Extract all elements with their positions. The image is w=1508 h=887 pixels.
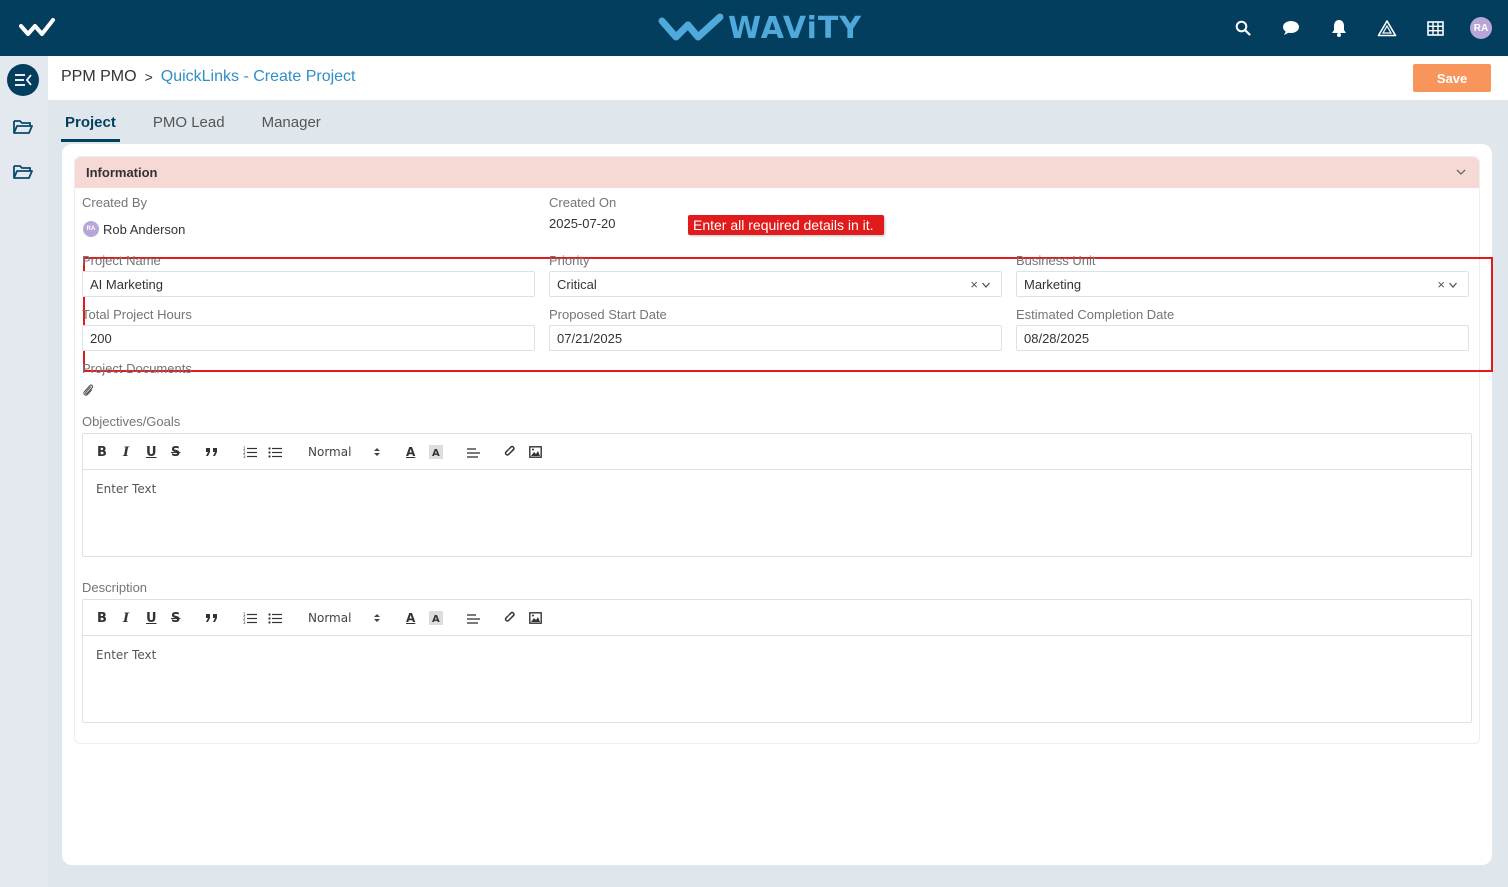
ordered-list-icon[interactable]: 123: [243, 443, 257, 461]
quote-icon[interactable]: [205, 609, 219, 627]
start-date-input[interactable]: 07/21/2025: [549, 325, 1002, 351]
breadcrumb-root[interactable]: PPM PMO: [61, 68, 137, 86]
description-editor-input[interactable]: Enter Text: [96, 648, 156, 662]
breadcrumb-separator: >: [144, 69, 153, 85]
brand-name: WAViTY: [728, 10, 863, 46]
description-editor: B I U S 123 Normal A A Enter Text: [82, 599, 1472, 723]
clear-icon[interactable]: ×: [970, 277, 978, 292]
breadcrumb: PPM PMO > QuickLinks - Create Project: [61, 68, 355, 86]
menu-collapse-icon[interactable]: [7, 64, 39, 96]
underline-button[interactable]: U: [146, 443, 157, 461]
strike-button[interactable]: S: [171, 443, 180, 461]
image-icon[interactable]: [529, 443, 542, 461]
created-by-avatar: RA: [83, 221, 99, 237]
folder-icon[interactable]: [12, 117, 34, 137]
total-hours-label: Total Project Hours: [82, 307, 192, 322]
chevron-down-icon[interactable]: [1448, 280, 1458, 290]
priority-select[interactable]: Critical ×: [549, 271, 1002, 297]
brand-logo: WAViTY: [658, 8, 862, 48]
priority-value: Critical: [557, 277, 597, 292]
completion-date-label: Estimated Completion Date: [1016, 307, 1175, 322]
tab-project[interactable]: Project: [61, 104, 120, 142]
chevron-down-icon[interactable]: [1455, 166, 1467, 178]
tab-pmo-lead[interactable]: PMO Lead: [149, 104, 229, 142]
completion-date-input[interactable]: 08/28/2025: [1016, 325, 1469, 351]
search-icon[interactable]: [1232, 17, 1254, 39]
page-header: PPM PMO > QuickLinks - Create Project Sa…: [48, 56, 1508, 100]
chevron-down-icon[interactable]: [981, 280, 991, 290]
objectives-toolbar: B I U S 123 Normal A A: [83, 434, 1471, 470]
format-select[interactable]: Normal: [308, 443, 351, 461]
tab-manager[interactable]: Manager: [258, 104, 325, 142]
svg-text:A: A: [432, 614, 440, 625]
business-unit-label: Business Unit: [1016, 253, 1096, 268]
svg-text:3: 3: [243, 620, 246, 624]
section-title: Information: [86, 165, 158, 180]
objectives-editor-input[interactable]: Enter Text: [96, 482, 156, 496]
created-by-label: Created By: [82, 195, 148, 210]
project-name-input[interactable]: AI Marketing: [82, 271, 535, 297]
font-color-button[interactable]: A: [406, 609, 415, 627]
description-label: Description: [82, 580, 148, 595]
section-header[interactable]: Information: [75, 157, 1479, 188]
svg-text:3: 3: [243, 454, 246, 458]
quote-icon[interactable]: [205, 443, 219, 461]
objectives-label: Objectives/Goals: [82, 414, 181, 429]
svg-text:A: A: [432, 448, 440, 459]
brand-mark-icon: [658, 13, 724, 41]
format-select-arrows-icon[interactable]: [373, 609, 381, 627]
form-card: Information Created By RA Rob Anderson C…: [62, 144, 1493, 865]
created-by-name: Rob Anderson: [103, 222, 186, 237]
paperclip-icon[interactable]: [82, 383, 94, 397]
business-unit-value: Marketing: [1024, 277, 1082, 292]
description-toolbar: B I U S 123 Normal A A: [83, 600, 1471, 636]
information-section: Information Created By RA Rob Anderson C…: [74, 156, 1493, 744]
user-avatar[interactable]: RA: [1470, 17, 1492, 39]
project-documents-label: Project Documents: [82, 361, 192, 376]
business-unit-select[interactable]: Marketing ×: [1016, 271, 1469, 297]
strike-button[interactable]: S: [171, 609, 180, 627]
format-select[interactable]: Normal: [308, 609, 351, 627]
callout-annotation: Enter all required details in it.: [688, 215, 884, 235]
priority-label: Priority: [549, 253, 590, 268]
bullet-list-icon[interactable]: [268, 443, 282, 461]
underline-button[interactable]: U: [146, 609, 157, 627]
breadcrumb-current[interactable]: QuickLinks - Create Project: [161, 68, 356, 86]
link-icon[interactable]: [504, 443, 518, 461]
background-color-icon[interactable]: A: [429, 443, 443, 461]
italic-button[interactable]: I: [123, 443, 129, 461]
total-hours-input[interactable]: 200: [82, 325, 535, 351]
font-color-button[interactable]: A: [406, 443, 415, 461]
link-icon[interactable]: [504, 609, 518, 627]
business-unit-controls: ×: [1437, 277, 1458, 292]
background-color-icon[interactable]: A: [429, 609, 443, 627]
align-icon[interactable]: [467, 443, 480, 461]
created-on-value: 2025-07-20: [549, 216, 616, 231]
clear-icon[interactable]: ×: [1437, 277, 1445, 292]
align-icon[interactable]: [467, 609, 480, 627]
bell-icon[interactable]: [1328, 17, 1350, 39]
image-icon[interactable]: [529, 609, 542, 627]
grid-icon[interactable]: [1424, 17, 1446, 39]
folder-icon[interactable]: [12, 162, 34, 182]
italic-button[interactable]: I: [123, 609, 129, 627]
bullet-list-icon[interactable]: [268, 609, 282, 627]
chat-icon[interactable]: [1280, 17, 1302, 39]
bold-button[interactable]: B: [97, 443, 107, 461]
ordered-list-icon[interactable]: 123: [243, 609, 257, 627]
top-bar: WAViTY RA: [0, 0, 1508, 56]
bold-button[interactable]: B: [97, 609, 107, 627]
top-actions: RA: [1206, 0, 1492, 56]
tab-bar: Project PMO Lead Manager: [61, 104, 354, 142]
created-on-label: Created On: [549, 195, 617, 210]
alert-triangle-icon[interactable]: [1376, 17, 1398, 39]
wavity-mark-icon[interactable]: [18, 14, 56, 42]
sidebar: [0, 56, 48, 887]
format-select-arrows-icon[interactable]: [373, 443, 381, 461]
save-button[interactable]: Save: [1413, 64, 1491, 92]
project-name-label: Project Name: [82, 253, 161, 268]
objectives-editor: B I U S 123 Normal A A Enter Text: [82, 433, 1472, 557]
start-date-label: Proposed Start Date: [549, 307, 667, 322]
priority-controls: ×: [970, 277, 991, 292]
